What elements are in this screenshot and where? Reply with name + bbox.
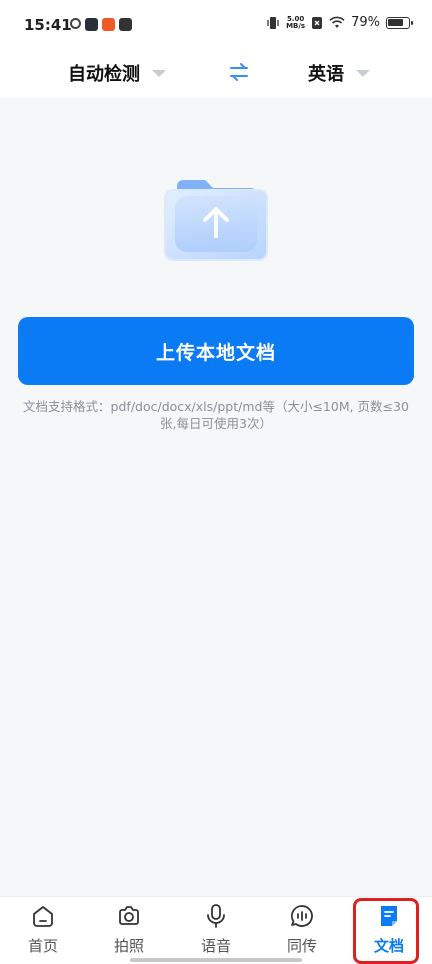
chat-voice-icon bbox=[291, 905, 313, 927]
nav-item-camera[interactable]: 拍照 bbox=[94, 903, 164, 961]
message-app-icon bbox=[119, 18, 132, 31]
microphone-icon bbox=[207, 904, 225, 928]
source-language-selector[interactable]: 自动检测 bbox=[68, 60, 166, 86]
wifi-icon bbox=[329, 16, 345, 28]
source-language-label: 自动检测 bbox=[68, 64, 140, 85]
home-indicator[interactable] bbox=[130, 958, 302, 962]
upload-local-document-button[interactable]: 上传本地文档 bbox=[18, 317, 414, 385]
vibrate-icon bbox=[267, 16, 279, 29]
app-notification-icon bbox=[70, 18, 81, 29]
chevron-down-icon bbox=[152, 69, 166, 77]
notification-icons bbox=[70, 18, 132, 31]
battery-percent: 79% bbox=[351, 15, 380, 30]
shopping-app-icon bbox=[102, 18, 115, 31]
nav-item-voice[interactable]: 语音 bbox=[181, 903, 251, 961]
no-sim-icon bbox=[312, 16, 323, 29]
video-app-icon bbox=[85, 18, 98, 31]
active-tab-highlight bbox=[353, 898, 419, 964]
nav-label-home: 首页 bbox=[27, 937, 58, 955]
language-bar: 自动检测 英语 bbox=[0, 50, 432, 98]
nav-label-camera: 拍照 bbox=[113, 937, 144, 955]
nav-label-voice: 语音 bbox=[200, 937, 231, 955]
status-bar: 15:41 5.00 MB/s 79% bbox=[0, 0, 432, 50]
status-right: 5.00 MB/s 79% bbox=[266, 14, 413, 30]
swap-languages-icon[interactable] bbox=[228, 62, 250, 82]
nav-item-simultaneous[interactable]: 同传 bbox=[267, 903, 337, 961]
folder-upload-icon[interactable] bbox=[163, 176, 269, 262]
chevron-down-icon bbox=[356, 69, 370, 77]
target-language-label: 英语 bbox=[308, 64, 344, 85]
camera-icon bbox=[119, 906, 139, 925]
nav-item-home[interactable]: 首页 bbox=[8, 903, 78, 961]
target-language-selector[interactable]: 英语 bbox=[308, 60, 370, 86]
battery-fill bbox=[388, 18, 403, 26]
home-icon bbox=[33, 906, 53, 927]
nav-label-simultaneous: 同传 bbox=[286, 937, 317, 955]
format-hint: 文档支持格式：pdf/doc/docx/xls/ppt/md等（大小≤10M, … bbox=[23, 399, 409, 431]
status-time: 15:41 bbox=[24, 16, 72, 34]
network-speed: 5.00 MB/s bbox=[286, 14, 306, 30]
battery-icon bbox=[386, 16, 413, 29]
